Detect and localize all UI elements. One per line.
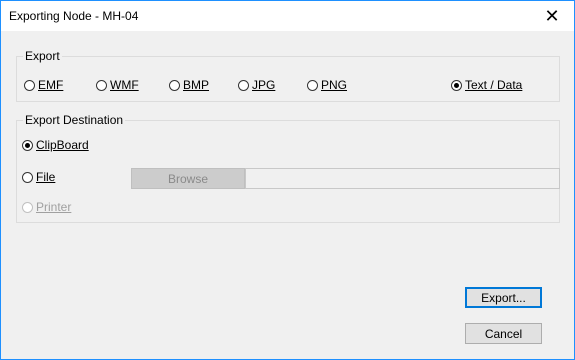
radio-circle-icon (238, 79, 249, 91)
radio-circle-icon (169, 79, 180, 91)
radio-bmp-label: BMP (183, 78, 210, 92)
window-title: Exporting Node - MH-04 (9, 9, 139, 23)
title-bar: Exporting Node - MH-04 ✕ (1, 1, 574, 31)
radio-printer[interactable]: Printer (22, 199, 71, 215)
radio-printer-label: Printer (36, 200, 72, 214)
radio-circle-icon (22, 201, 33, 213)
browse-button[interactable]: Browse (131, 168, 245, 189)
radio-text-data[interactable]: Text / Data (451, 77, 522, 93)
radio-file-label: File (36, 170, 56, 184)
radio-bmp[interactable]: BMP (169, 77, 209, 93)
export-group-label: Export (23, 49, 62, 63)
radio-circle-checked-icon (22, 139, 33, 151)
radio-wmf[interactable]: WMF (96, 77, 139, 93)
cancel-button[interactable]: Cancel (465, 323, 542, 344)
radio-jpg-label: JPG (252, 78, 276, 92)
radio-clipboard[interactable]: ClipBoard (22, 137, 89, 153)
file-path-input[interactable] (245, 168, 560, 189)
radio-wmf-label: WMF (110, 78, 139, 92)
export-button[interactable]: Export... (465, 287, 542, 308)
radio-png[interactable]: PNG (307, 77, 347, 93)
radio-circle-icon (307, 79, 318, 91)
radio-png-label: PNG (321, 78, 348, 92)
radio-emf[interactable]: EMF (24, 77, 63, 93)
radio-clipboard-label: ClipBoard (36, 138, 89, 152)
radio-circle-icon (22, 171, 33, 183)
export-destination-group: Export Destination ClipBoard File Printe… (16, 113, 560, 223)
radio-text-data-label: Text / Data (465, 78, 523, 92)
radio-emf-label: EMF (38, 78, 64, 92)
radio-circle-icon (96, 79, 107, 91)
radio-circle-checked-icon (451, 79, 462, 91)
destination-group-label: Export Destination (23, 113, 126, 127)
radio-file[interactable]: File (22, 169, 55, 185)
close-icon[interactable]: ✕ (530, 1, 574, 31)
radio-jpg[interactable]: JPG (238, 77, 275, 93)
export-dialog: Exporting Node - MH-04 ✕ Export EMF WMF … (0, 0, 575, 360)
export-format-group: Export EMF WMF BMP JPG PNG Text / Data (16, 49, 560, 102)
radio-circle-icon (24, 79, 35, 91)
